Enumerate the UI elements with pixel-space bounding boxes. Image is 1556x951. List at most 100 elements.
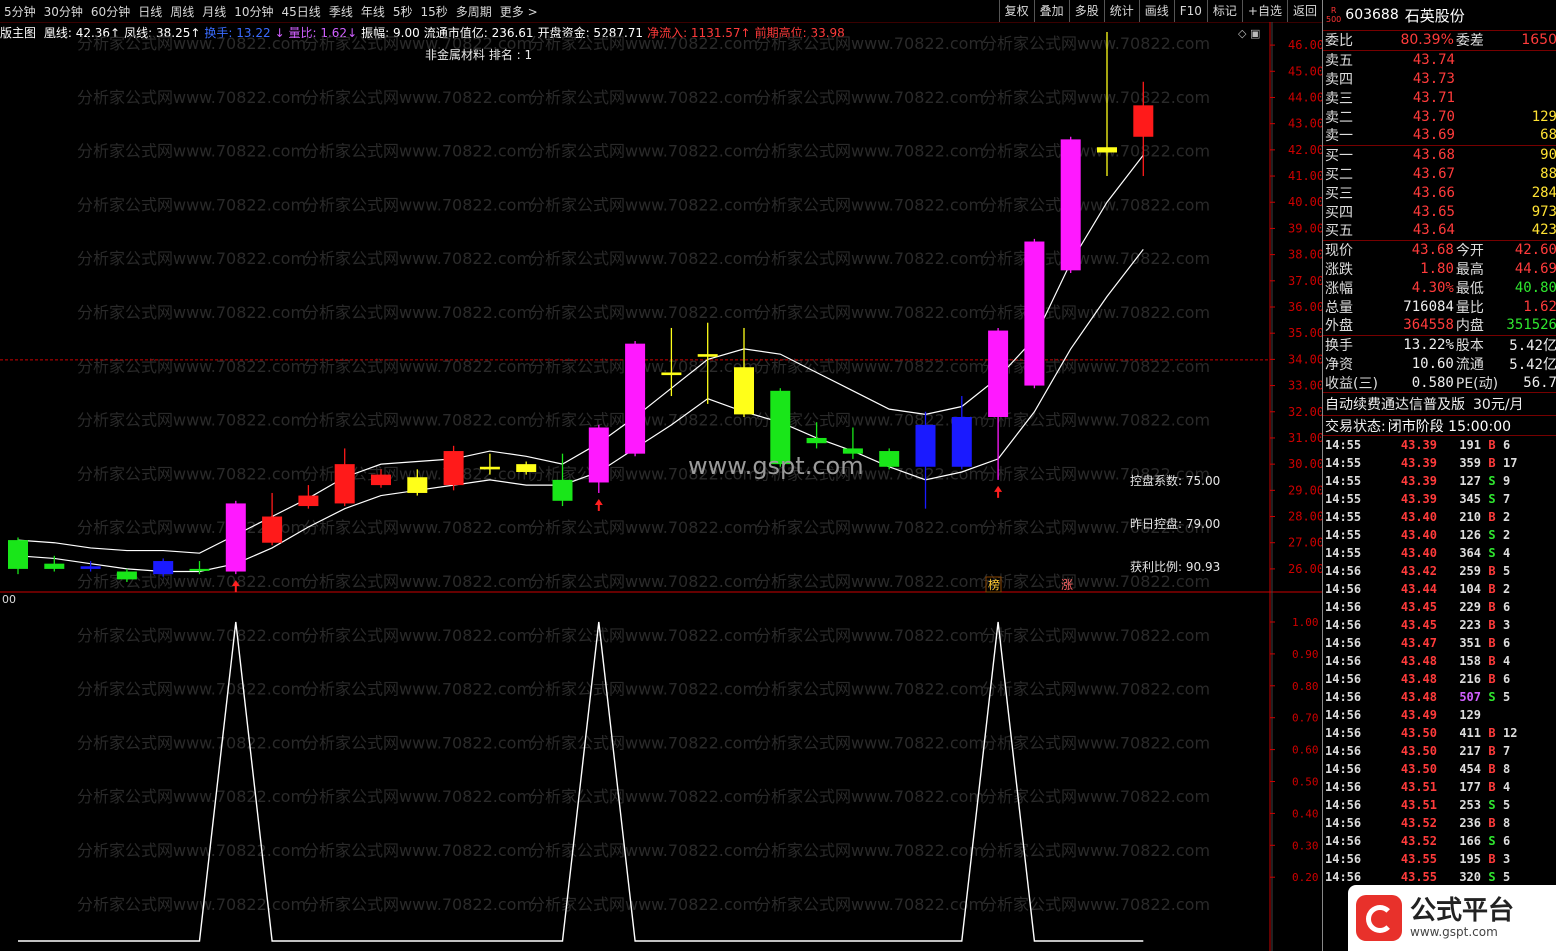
- y-tick-label: 42.00: [1288, 143, 1322, 157]
- tick-row[interactable]: 14:55 43.39 359 B 17: [1323, 454, 1556, 472]
- bid-row[interactable]: 买五 43.64 423: [1323, 221, 1556, 240]
- tick-row[interactable]: 14:56 43.50 411 B 12: [1323, 724, 1556, 742]
- tick-time: 14:55: [1325, 545, 1362, 560]
- tick-row[interactable]: 14:56 43.49 129: [1323, 706, 1556, 724]
- ask-row[interactable]: 卖五 43.74: [1323, 51, 1556, 70]
- candlestick[interactable]: [988, 327, 1009, 480]
- candlestick[interactable]: [625, 341, 646, 457]
- tool-button[interactable]: 统计: [1103, 0, 1139, 22]
- watermark-text: 分析家公式网www.70822.com: [303, 518, 532, 537]
- ask-row[interactable]: 卖四 43.73: [1323, 70, 1556, 89]
- tick-row[interactable]: 14:55 43.39 127 S 9: [1323, 472, 1556, 490]
- tick-volume: 166: [1459, 833, 1481, 848]
- tick-row[interactable]: 14:56 43.51 177 B 4: [1323, 778, 1556, 796]
- tick-row[interactable]: 14:56 43.51 253 S 5: [1323, 796, 1556, 814]
- ask-row[interactable]: 卖二 43.70 129: [1323, 107, 1556, 126]
- tool-buttons: 复权 叠加 多股 统计 画线 F10 标记 +自选 返回: [998, 0, 1322, 22]
- period-tab[interactable]: 5秒: [389, 3, 417, 20]
- tool-button[interactable]: F10: [1173, 0, 1207, 22]
- tick-row[interactable]: 14:55 43.40 126 S 2: [1323, 526, 1556, 544]
- tick-row[interactable]: 14:56 43.44 104 B 2: [1323, 580, 1556, 598]
- candlestick[interactable]: [334, 448, 355, 507]
- tick-row[interactable]: 14:56 43.50 217 B 7: [1323, 742, 1556, 760]
- period-tab[interactable]: 周线: [166, 3, 198, 20]
- book-volume: 129: [1531, 108, 1556, 125]
- kline-chart[interactable]: 分析家公式网www.70822.com 分析家公式网www.70822.com 分析…: [0, 22, 1322, 951]
- bid-row[interactable]: 买二 43.67 88: [1323, 165, 1556, 184]
- tick-row[interactable]: 14:55 43.40 210 B 2: [1323, 508, 1556, 526]
- candlestick[interactable]: [1024, 238, 1045, 389]
- candlestick[interactable]: [298, 485, 319, 509]
- tick-volume: 210: [1459, 509, 1481, 524]
- tick-row[interactable]: 14:56 43.55 195 B 3: [1323, 850, 1556, 868]
- tick-count: 17: [1503, 455, 1518, 470]
- tick-time: 14:56: [1325, 851, 1362, 866]
- tool-button[interactable]: 叠加: [1033, 0, 1069, 22]
- tick-row[interactable]: 14:56 43.55 320 S 5: [1323, 868, 1556, 886]
- candlestick[interactable]: [153, 558, 174, 577]
- bid-row[interactable]: 买一 43.68 90: [1323, 146, 1556, 165]
- tick-row[interactable]: 14:56 43.45 223 B 3: [1323, 616, 1556, 634]
- tick-row[interactable]: 14:56 43.48 507 S 5: [1323, 688, 1556, 706]
- period-tab[interactable]: 月线: [198, 3, 230, 20]
- tool-button[interactable]: 多股: [1068, 0, 1104, 22]
- tool-button[interactable]: +自选: [1241, 0, 1287, 22]
- period-tab[interactable]: 日线: [134, 3, 166, 20]
- ask-row[interactable]: 卖一 43.69 68: [1323, 126, 1556, 145]
- tick-row[interactable]: 14:56 43.52 166 S 6: [1323, 832, 1556, 850]
- bid-row[interactable]: 买三 43.66 284: [1323, 183, 1556, 202]
- promo-bar[interactable]: 自动续费通达信普及版 30元/月: [1323, 392, 1556, 415]
- tool-button[interactable]: 画线: [1138, 0, 1174, 22]
- tick-row[interactable]: 14:56 43.48 158 B 4: [1323, 652, 1556, 670]
- tool-button[interactable]: 复权: [998, 0, 1034, 22]
- tick-volume: 126: [1459, 527, 1481, 542]
- period-tab[interactable]: 多周期: [452, 3, 496, 20]
- period-tab[interactable]: 5分钟: [0, 3, 40, 20]
- tool-button[interactable]: 返回: [1286, 0, 1322, 22]
- watermark-text: 分析家公式网www.70822.com: [755, 680, 984, 699]
- candlestick[interactable]: [734, 327, 754, 417]
- candlestick[interactable]: [1060, 136, 1081, 273]
- watermark-text: 分析家公式网www.70822.com: [981, 626, 1210, 645]
- stat-row: 换手 13.22% 股本 5.42亿: [1323, 336, 1556, 355]
- candlestick[interactable]: [879, 448, 900, 470]
- period-tab[interactable]: 15秒: [416, 3, 451, 20]
- y-tick-label: 45.00: [1288, 64, 1322, 78]
- candlestick[interactable]: [225, 500, 246, 575]
- period-tab[interactable]: 60分钟: [87, 3, 134, 20]
- tick-count: 5: [1503, 689, 1511, 704]
- candlestick[interactable]: [951, 396, 972, 470]
- bid-row[interactable]: 买四 43.65 973: [1323, 202, 1556, 221]
- y-tick-label: 27.00: [1288, 536, 1322, 550]
- period-tab[interactable]: 年线: [357, 3, 389, 20]
- period-tab[interactable]: 季线: [325, 3, 357, 20]
- tick-time: 14:56: [1325, 797, 1362, 812]
- book-price: 43.64: [1412, 222, 1455, 239]
- tool-button[interactable]: 标记: [1206, 0, 1242, 22]
- period-tab[interactable]: 更多 >: [496, 3, 542, 20]
- tick-row[interactable]: 14:56 43.50 454 B 8: [1323, 760, 1556, 778]
- watermark-text: 分析家公式网www.70822.com: [529, 733, 758, 752]
- logo-title: 公式平台: [1410, 896, 1515, 926]
- tick-row[interactable]: 14:55 43.39 345 S 7: [1323, 490, 1556, 508]
- tick-row[interactable]: 14:56 43.48 216 B 6: [1323, 670, 1556, 688]
- stock-code[interactable]: 603688: [1345, 7, 1398, 23]
- tick-row[interactable]: 14:55 43.40 364 S 4: [1323, 544, 1556, 562]
- candlestick[interactable]: [443, 445, 464, 491]
- tick-row[interactable]: 14:55 43.39 191 B 6: [1323, 436, 1556, 454]
- candlestick[interactable]: [262, 492, 283, 546]
- tick-row[interactable]: 14:56 43.47 351 B 6: [1323, 634, 1556, 652]
- ask-row[interactable]: 卖三 43.71: [1323, 88, 1556, 107]
- period-tab[interactable]: 30分钟: [40, 3, 87, 20]
- candlestick[interactable]: [915, 411, 936, 509]
- tick-list[interactable]: 14:55 43.39 191 B 6 14:55 43.39 359 B 17 14:55 43.3…: [1323, 434, 1556, 886]
- tick-price: 43.40: [1400, 509, 1437, 524]
- period-tab[interactable]: 10分钟: [230, 3, 277, 20]
- tick-row[interactable]: 14:56 43.45 229 B 6: [1323, 598, 1556, 616]
- stock-name[interactable]: 石英股份: [1405, 5, 1465, 26]
- period-tab[interactable]: 45日线: [278, 3, 325, 20]
- candlestick[interactable]: [8, 537, 28, 575]
- tick-row[interactable]: 14:56 43.52 236 B 8: [1323, 814, 1556, 832]
- tick-side: B: [1488, 437, 1496, 452]
- tick-row[interactable]: 14:56 43.42 259 B 5: [1323, 562, 1556, 580]
